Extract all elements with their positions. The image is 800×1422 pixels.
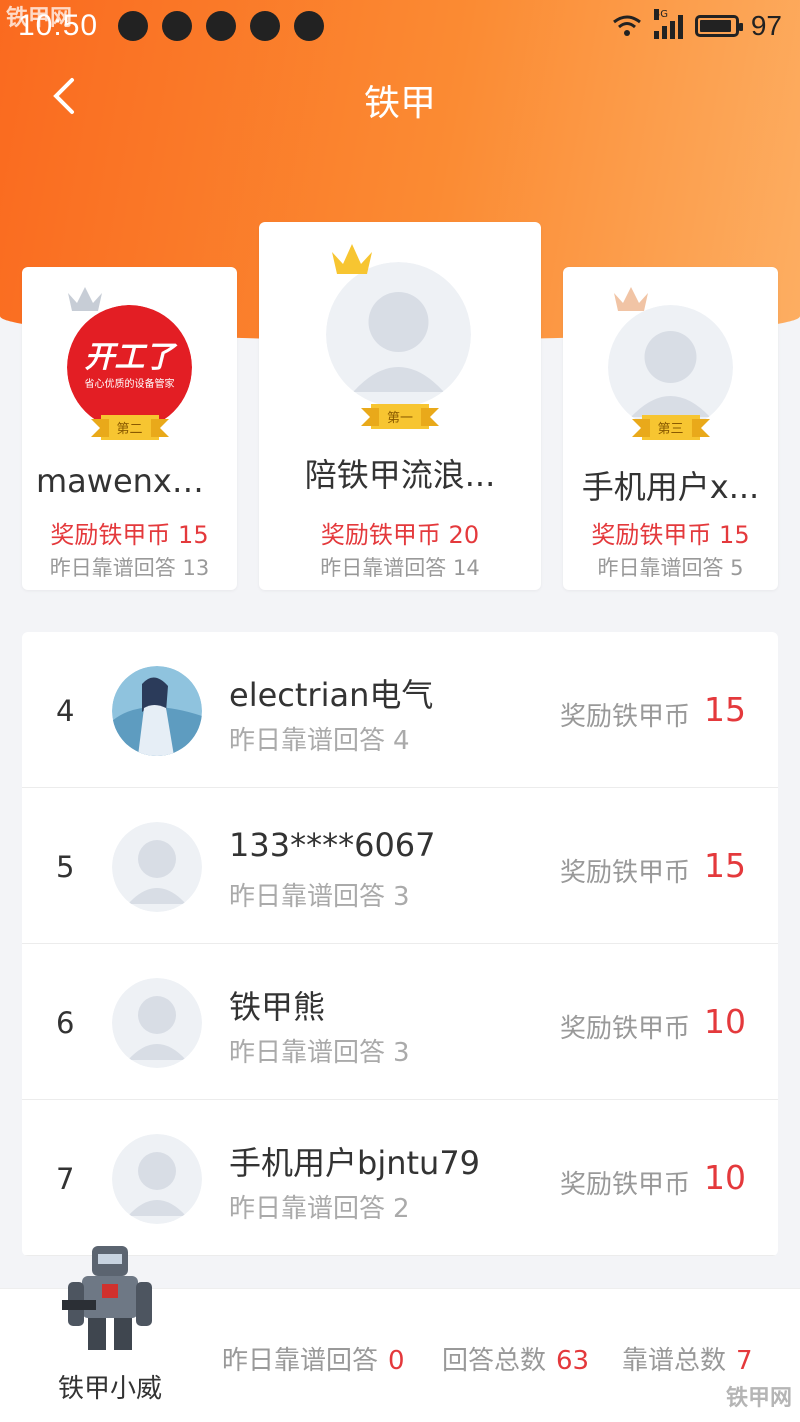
anime-avatar-icon: [112, 666, 202, 756]
user-name: electrian电气: [229, 676, 434, 714]
logo-title: 开工了: [85, 340, 178, 375]
list-item[interactable]: 4 electrian电气 昨日靠谱回答 4 奖励铁甲币 15: [22, 632, 778, 788]
default-avatar-icon: [112, 978, 202, 1068]
rank-number: 4: [56, 694, 75, 728]
contact-icon: [250, 11, 281, 41]
default-avatar-icon: [112, 1134, 202, 1224]
podium-third[interactable]: 第三 手机用户x... 奖励铁甲币 15 昨日靠谱回答 5: [563, 267, 778, 590]
user-name: 手机用户bjntu79: [229, 1144, 481, 1182]
avatar: [326, 262, 471, 407]
robot-mascot-avatar[interactable]: [62, 1242, 158, 1352]
bronze-crown-icon: [614, 287, 648, 311]
watermark-bottom: 铁甲网: [725, 1385, 792, 1410]
battery-icon: [694, 15, 743, 37]
podium-first[interactable]: 第一 陪铁甲流浪... 奖励铁甲币 20 昨日靠谱回答 14: [259, 222, 541, 590]
rank-number: 5: [56, 850, 75, 884]
reward-label: 奖励铁甲币: [559, 858, 690, 888]
reward-label: 奖励铁甲币: [559, 1170, 690, 1200]
wechat-icon: [162, 11, 193, 41]
podium-name: 陪铁甲流浪...: [304, 456, 496, 494]
podium-name: mawenxuan: [36, 462, 233, 500]
rank-ribbon: 第三: [631, 415, 710, 440]
podium-reward: 奖励铁甲币 15: [50, 521, 209, 549]
podium-yesterday: 昨日靠谱回答 13: [49, 556, 210, 580]
ranking-list: 4 electrian电气 昨日靠谱回答 4 奖励铁甲币 15 5 133****…: [22, 632, 778, 1256]
yesterday-answers: 昨日靠谱回答 4: [229, 726, 410, 756]
page-title: 铁甲: [363, 83, 436, 124]
podium-reward: 奖励铁甲币 15: [591, 521, 750, 549]
logo-subtitle: 省心优质的设备管家: [85, 377, 175, 390]
list-item[interactable]: 7 手机用户bjntu79 昨日靠谱回答 2 奖励铁甲币 10: [22, 1100, 778, 1256]
gold-crown-icon: [332, 244, 372, 274]
reward-value: 10: [704, 1002, 746, 1041]
podium-name: 手机用户x...: [581, 468, 760, 506]
battery-level: 97: [750, 10, 782, 41]
rank-number: 7: [56, 1162, 75, 1196]
yesterday-answers: 昨日靠谱回答 2: [229, 1194, 410, 1224]
my-total-answers: 回答总数 63: [442, 1346, 590, 1376]
my-name: 铁甲小威: [58, 1374, 163, 1404]
list-item[interactable]: 5 133****6067 昨日靠谱回答 3 奖励铁甲币 15: [22, 788, 778, 944]
default-avatar-icon: [326, 262, 471, 407]
top-bar: 铁甲: [0, 60, 800, 132]
default-avatar-icon: [112, 822, 202, 912]
my-reliable-total: 靠谱总数 7: [622, 1346, 753, 1376]
rank-number: 6: [56, 1006, 75, 1040]
default-avatar-icon: [608, 305, 733, 430]
podium-second[interactable]: 开工了 省心优质的设备管家 第二 mawenxuan 奖励铁甲币 15 昨日靠谱…: [22, 267, 237, 590]
yesterday-answers: 昨日靠谱回答 3: [229, 1038, 410, 1068]
reward-label: 奖励铁甲币: [559, 1014, 690, 1044]
podium-reward: 奖励铁甲币 20: [320, 521, 480, 549]
reward-value: 10: [704, 1158, 746, 1197]
podium-yesterday: 昨日靠谱回答 5: [597, 556, 744, 580]
podium-yesterday: 昨日靠谱回答 14: [320, 556, 480, 580]
notification-icons: [118, 11, 325, 41]
user-name: 铁甲熊: [229, 988, 326, 1026]
reward-label: 奖励铁甲币: [559, 702, 690, 732]
message-icon: [118, 11, 149, 41]
user-name: 133****6067: [229, 826, 436, 864]
chat-icon: [294, 11, 325, 41]
upload-icon: [206, 11, 237, 41]
reward-value: 15: [704, 690, 746, 729]
signal-icon: 4G: [653, 9, 683, 39]
rank-ribbon: 第一: [360, 404, 440, 429]
status-time: 10:50: [18, 9, 99, 42]
wifi-icon: [612, 15, 641, 36]
list-item[interactable]: 6 铁甲熊 昨日靠谱回答 3 奖励铁甲币 10: [22, 944, 778, 1100]
silver-crown-icon: [68, 287, 102, 311]
yesterday-answers: 昨日靠谱回答 3: [229, 882, 410, 912]
avatar: 开工了 省心优质的设备管家: [67, 305, 192, 430]
network-type: 4G: [653, 9, 668, 20]
avatar: [608, 305, 733, 430]
status-bar: 10:50 4G 97: [0, 0, 800, 52]
my-yesterday-answers: 昨日靠谱回答 0: [222, 1346, 405, 1376]
rank-ribbon: 第二: [90, 415, 169, 440]
kaigongle-logo-avatar: 开工了 省心优质的设备管家: [67, 305, 192, 430]
reward-value: 15: [704, 846, 746, 885]
